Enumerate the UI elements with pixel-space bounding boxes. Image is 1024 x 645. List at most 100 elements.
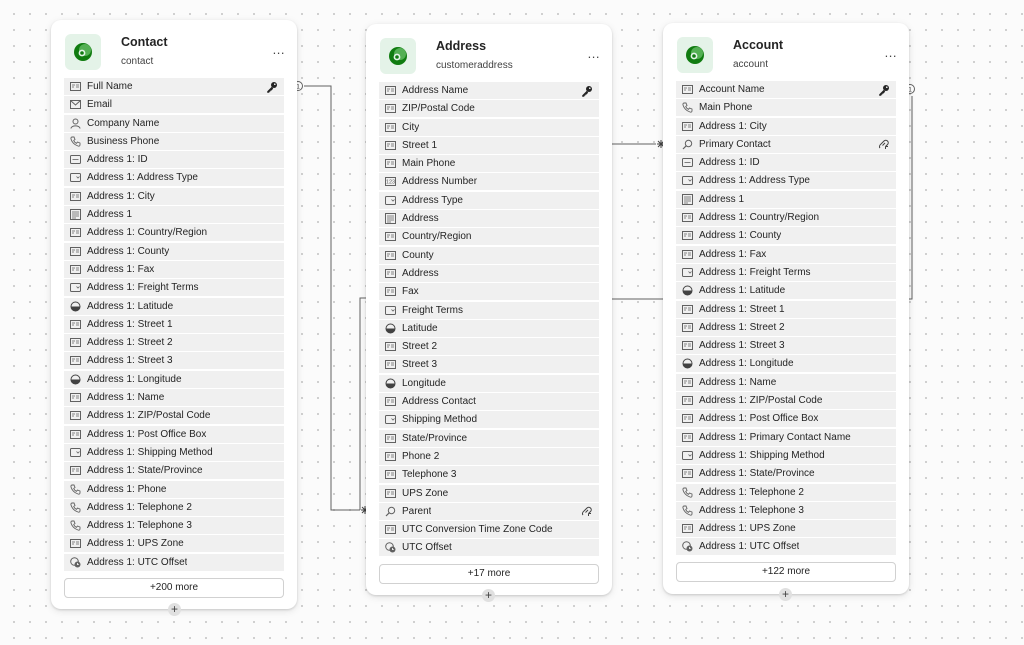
field-row[interactable]: Address 1: ID [64,151,284,169]
field-row[interactable]: Address 1: Street 1 [64,315,284,333]
table-card-header[interactable]: Account account... [663,23,909,81]
field-row[interactable]: Full Name [64,78,284,95]
field-row[interactable]: Address 1: Shipping Method [64,443,284,461]
field-row[interactable]: Address 1 [64,206,284,224]
field-row[interactable]: Main Phone [676,99,896,117]
field-row[interactable]: Address 1: Freight Terms [676,263,896,281]
field-label: Telephone 3 [402,469,457,481]
field-row[interactable]: Address 1: Longitude [676,355,896,373]
diagram-canvas[interactable]: 1 1 Contact contact... Full Name Email Compa… [0,0,1024,645]
field-row[interactable]: Address 1: City [676,117,896,135]
field-row[interactable]: Address 1: Primary Contact Name [676,428,896,446]
field-row[interactable]: Street 3 [379,356,599,374]
field-row[interactable]: Shipping Method [379,411,599,429]
more-options-icon[interactable]: ... [885,45,897,60]
field-row[interactable]: Address 1: Telephone 2 [64,498,284,516]
field-row[interactable]: Street 1 [379,136,599,154]
field-row[interactable]: City [379,118,599,136]
field-row[interactable]: Address 1: UTC Offset [64,553,284,571]
field-row[interactable]: Address 1: Latitude [676,282,896,300]
field-row[interactable]: Address 1: Name [676,373,896,391]
field-row[interactable]: ZIP/Postal Code [379,100,599,118]
field-row[interactable]: Account Name [676,81,896,98]
table-card-header[interactable]: Contact contact... [51,20,297,78]
field-row[interactable]: Address 1: Street 2 [676,318,896,336]
field-row[interactable]: Phone 2 [379,447,599,465]
field-row[interactable]: Address 1: ID [676,154,896,172]
field-row[interactable]: Address 1: State/Province [64,462,284,480]
field-row[interactable]: Address 1 [676,190,896,208]
field-row[interactable]: Main Phone [379,155,599,173]
field-row[interactable]: Address 1: UTC Offset [676,538,896,556]
field-row[interactable]: Business Phone [64,132,284,150]
add-relationship-button[interactable]: + [168,603,181,616]
more-options-icon[interactable]: ... [273,42,285,57]
show-more-fields-button[interactable]: +200 more [64,578,284,598]
field-row[interactable]: Address [379,264,599,282]
field-row[interactable]: Address 1: Street 3 [64,352,284,370]
field-row[interactable]: Address Contact [379,393,599,411]
table-card-contact[interactable]: Contact contact... Full Name Email Company N… [51,20,297,609]
field-row[interactable]: Address 1: Telephone 3 [676,501,896,519]
field-label: Address 1: UTC Offset [699,541,800,553]
field-row[interactable]: Address 1: Freight Terms [64,279,284,297]
field-row[interactable]: Address 1: Post Office Box [676,410,896,428]
field-row[interactable]: Address 1: State/Province [676,465,896,483]
decimal-field-icon [69,300,81,312]
field-row[interactable]: Address 1: Country/Region [676,209,896,227]
field-row[interactable]: Address Type [379,191,599,209]
field-row[interactable]: Address 1: Fax [676,245,896,263]
field-row[interactable]: Address 1: County [676,227,896,245]
field-row[interactable]: Address 1: Telephone 2 [676,483,896,501]
field-row[interactable]: Address 1: Address Type [676,172,896,190]
table-card-customeraddress[interactable]: Address customeraddress... Address Name ZIP… [366,24,612,595]
field-row[interactable]: Address 1: Telephone 3 [64,517,284,535]
field-row[interactable]: Freight Terms [379,301,599,319]
field-row[interactable]: Address 1: Longitude [64,370,284,388]
field-row[interactable]: County [379,246,599,264]
field-row[interactable]: Primary Contact [676,135,896,153]
field-row[interactable]: UTC Offset [379,539,599,557]
field-row[interactable]: Telephone 3 [379,466,599,484]
field-row[interactable]: Address 1: Phone [64,480,284,498]
show-more-fields-button[interactable]: +17 more [379,564,599,584]
show-more-fields-button[interactable]: +122 more [676,562,896,582]
table-card-account[interactable]: Account account... Account Name Main Phone A… [663,23,909,594]
field-label: Parent [402,505,432,517]
field-row[interactable]: Email [64,96,284,114]
field-row[interactable]: Address Name [379,82,599,99]
field-row[interactable]: Fax [379,283,599,301]
field-row[interactable]: Latitude [379,319,599,337]
field-row[interactable]: Address 1: Latitude [64,297,284,315]
field-row[interactable]: Address 1: City [64,187,284,205]
field-row[interactable]: Address 1: Address Type [64,169,284,187]
field-row[interactable]: Address 1: ZIP/Postal Code [676,392,896,410]
field-row[interactable]: Company Name [64,114,284,132]
field-row[interactable]: Longitude [379,374,599,392]
field-row[interactable]: Address 1: County [64,242,284,260]
field-row[interactable]: UPS Zone [379,484,599,502]
field-row[interactable]: Address 1: Name [64,389,284,407]
field-row[interactable]: Address [379,210,599,228]
field-row[interactable]: Address 1: Post Office Box [64,425,284,443]
field-row[interactable]: Address 1: Shipping Method [676,446,896,464]
add-relationship-button[interactable]: + [779,588,792,601]
add-relationship-button[interactable]: + [482,589,495,602]
field-row[interactable]: Address 1: Street 1 [676,300,896,318]
field-row[interactable]: State/Province [379,429,599,447]
field-row[interactable]: Country/Region [379,228,599,246]
field-row[interactable]: Address 1: UPS Zone [676,520,896,538]
table-card-header[interactable]: Address customeraddress... [366,24,612,82]
field-row[interactable]: Street 2 [379,338,599,356]
field-label: Address 1: County [699,230,782,242]
field-row[interactable]: Address 1: ZIP/Postal Code [64,407,284,425]
field-row[interactable]: Address 1: Street 2 [64,334,284,352]
field-row[interactable]: Address 1: Country/Region [64,224,284,242]
field-row[interactable]: 123 Address Number [379,173,599,191]
field-row[interactable]: Parent [379,502,599,520]
more-options-icon[interactable]: ... [588,46,600,61]
field-row[interactable]: Address 1: Fax [64,260,284,278]
field-row[interactable]: Address 1: Street 3 [676,337,896,355]
field-row[interactable]: Address 1: UPS Zone [64,535,284,553]
field-row[interactable]: UTC Conversion Time Zone Code [379,521,599,539]
